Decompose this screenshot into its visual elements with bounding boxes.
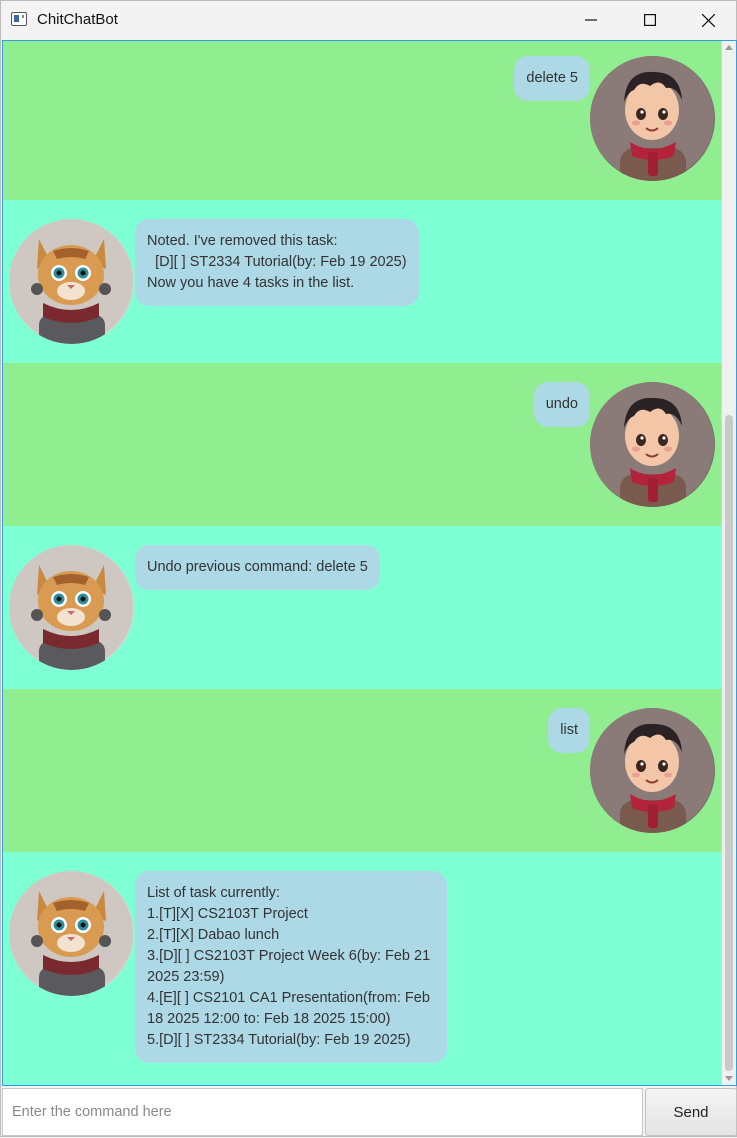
vertical-scrollbar[interactable] bbox=[722, 41, 736, 1085]
boy-avatar bbox=[590, 56, 715, 181]
bot-message-bubble: List of task currently: 1.[T][X] CS2103T… bbox=[135, 871, 447, 1063]
bot-message-bubble: Noted. I've removed this task: [D][ ] ST… bbox=[135, 219, 419, 306]
user-dialog-row: list bbox=[3, 689, 721, 852]
bot-dialog-row: Undo previous command: delete 5 bbox=[3, 526, 721, 689]
input-row: Send bbox=[1, 1087, 737, 1138]
scroll-up-arrow-icon[interactable] bbox=[725, 45, 733, 50]
chat-scroll-pane[interactable]: delete 5 Noted. I've removed this task: … bbox=[2, 40, 737, 1086]
user-message-bubble: delete 5 bbox=[514, 56, 590, 101]
minimize-button[interactable] bbox=[562, 1, 620, 39]
app-icon bbox=[11, 12, 27, 26]
maximize-button[interactable] bbox=[621, 1, 679, 39]
user-dialog-row: delete 5 bbox=[3, 41, 721, 200]
cat-robot-avatar bbox=[9, 871, 134, 996]
user-message-bubble: list bbox=[548, 708, 590, 753]
user-dialog-row: undo bbox=[3, 363, 721, 526]
maximize-icon bbox=[644, 14, 656, 26]
app-window: ChitChatBot delete 5 Noted. I've removed… bbox=[0, 0, 737, 1137]
close-button[interactable] bbox=[679, 1, 737, 39]
title-bar: ChitChatBot bbox=[1, 1, 736, 39]
close-icon bbox=[701, 13, 715, 27]
scrollbar-thumb[interactable] bbox=[725, 415, 733, 1071]
user-message-bubble: undo bbox=[533, 382, 590, 427]
bot-message-bubble: Undo previous command: delete 5 bbox=[135, 545, 380, 590]
bot-dialog-row: Noted. I've removed this task: [D][ ] ST… bbox=[3, 200, 721, 363]
bot-dialog-row: List of task currently: 1.[T][X] CS2103T… bbox=[3, 852, 721, 1085]
send-button[interactable]: Send bbox=[645, 1088, 737, 1136]
command-input[interactable] bbox=[2, 1088, 643, 1136]
cat-robot-avatar bbox=[9, 545, 134, 670]
window-title: ChitChatBot bbox=[37, 11, 118, 28]
minimize-icon bbox=[585, 19, 597, 21]
boy-avatar bbox=[590, 708, 715, 833]
boy-avatar bbox=[590, 382, 715, 507]
scroll-down-arrow-icon[interactable] bbox=[725, 1076, 733, 1081]
cat-robot-avatar bbox=[9, 219, 134, 344]
